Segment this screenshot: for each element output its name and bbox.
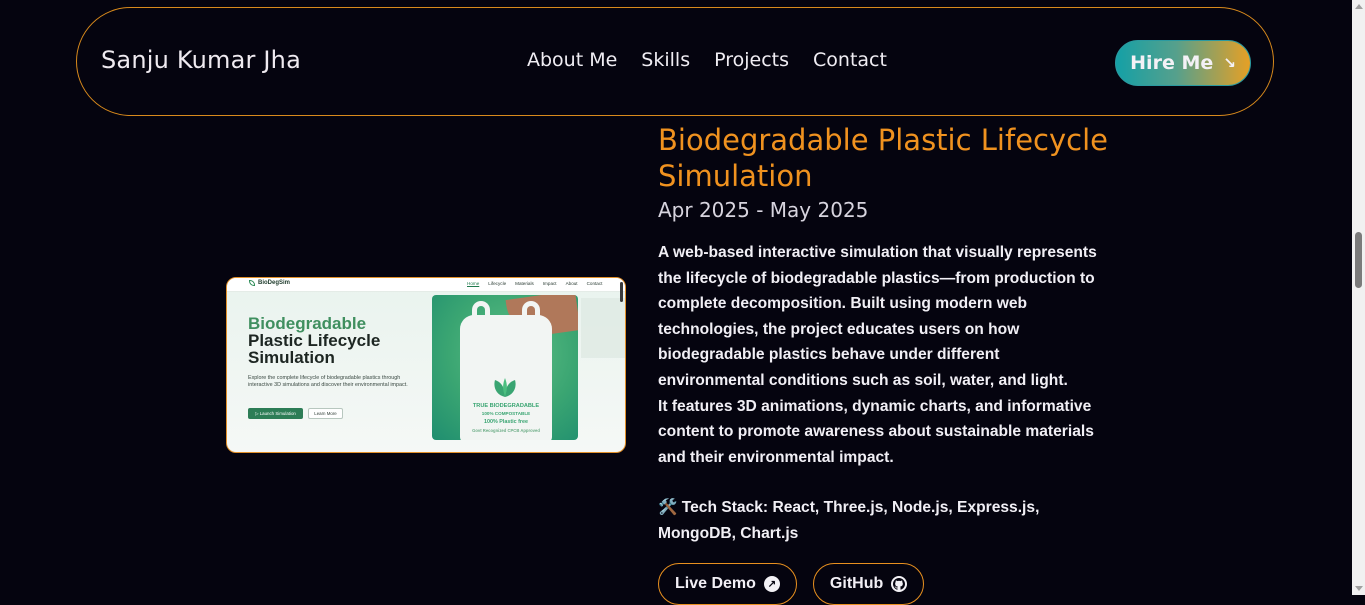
screenshot-launch-button: ▷ Launch Simulation [248, 408, 303, 419]
github-icon [891, 576, 908, 592]
leaf-emblem-svg [494, 378, 516, 397]
leaf-emblem-icon [490, 377, 520, 399]
screenshot-nav-materials: Materials [515, 281, 534, 286]
nav-link-about-me[interactable]: About Me [527, 49, 617, 71]
arrow-down-right-icon: ↘ [1223, 54, 1236, 72]
leaf-icon [249, 280, 255, 286]
screenshot-scrollbar [620, 282, 623, 302]
screenshot-heading: Biodegradable Plastic Lifecycle Simulati… [248, 315, 380, 366]
hire-me-label: Hire Me [1130, 52, 1214, 74]
github-icon-svg [893, 578, 906, 590]
nav-link-projects[interactable]: Projects [714, 49, 789, 71]
screenshot-nav-links: Home Lifecycle Materials Impact About Co… [467, 281, 602, 286]
live-demo-button[interactable]: Live Demo ↗ [658, 563, 797, 605]
nav-links: About Me Skills Projects Contact [527, 49, 887, 71]
scroll-down-arrow-icon[interactable] [1355, 586, 1363, 591]
nav-link-contact[interactable]: Contact [813, 49, 887, 71]
bag-text-1: TRUE BIODEGRADABLE [472, 403, 540, 409]
screenshot-description: Explore the complete lifecycle of biodeg… [248, 375, 408, 388]
hire-me-button[interactable]: Hire Me ↘ [1115, 40, 1251, 86]
navbar: Sanju Kumar Jha About Me Skills Projects… [76, 7, 1274, 116]
bag-handle-left [472, 301, 490, 325]
bag-handle-right [522, 301, 540, 325]
screenshot-heading-line2: Plastic Lifecycle [248, 331, 381, 350]
screenshot-nav-contact: Contact [586, 281, 603, 286]
github-button[interactable]: GitHub [812, 563, 925, 605]
bag-text-2: 100% COMPOSTABLE [481, 411, 531, 416]
scroll-thumb[interactable] [1355, 232, 1362, 288]
screenshot-navbar: BioDegSim Home Lifecycle Materials Impac… [227, 278, 625, 292]
screenshot-nav-home: Home [467, 281, 480, 286]
screenshot-nav-impact: Impact [542, 281, 557, 286]
screenshot-logo: BioDegSim [249, 280, 290, 286]
project-description-paragraph-2: It features 3D animations, dynamic chart… [658, 397, 1094, 466]
screenshot-logo-text: BioDegSim [258, 280, 291, 286]
screenshot-bag-photo: TRUE BIODEGRADABLE 100% COMPOSTABLE 100%… [432, 295, 578, 440]
project-description: A web-based interactive simulation that … [658, 240, 1108, 470]
screenshot-heading-line1: Biodegradable [248, 314, 367, 333]
screenshot-heading-line3: Simulation [248, 348, 335, 367]
screenshot-learn-more-button: Learn More [308, 408, 343, 419]
screenshot-nav-lifecycle: Lifecycle [488, 281, 507, 286]
github-label: GitHub [829, 575, 884, 592]
project-title: Biodegradable Plastic Lifecycle Simulati… [658, 123, 1108, 193]
screenshot-nav-about: About [565, 281, 578, 286]
project-links: Live Demo ↗ GitHub [658, 563, 925, 605]
brand-name[interactable]: Sanju Kumar Jha [101, 46, 301, 74]
page-scrollbar[interactable] [1352, 0, 1365, 595]
live-demo-label: Live Demo [675, 575, 756, 592]
bag-text-3: 100% Plastic free [483, 419, 529, 425]
project-tech-stack: 🛠️ Tech Stack: React, Three.js, Node.js,… [658, 499, 1040, 542]
scroll-up-arrow-icon[interactable] [1355, 4, 1363, 9]
bag-text-4: Govt Recognized CPCB Approved [472, 428, 540, 433]
project-description-paragraph-1: A web-based interactive simulation that … [658, 244, 1097, 389]
nav-link-skills[interactable]: Skills [641, 49, 690, 71]
project-date: Apr 2025 - May 2025 [658, 198, 869, 222]
external-link-icon: ↗ [763, 576, 780, 592]
project-screenshot: BioDegSim Home Lifecycle Materials Impac… [226, 277, 626, 453]
screenshot-side-card [581, 298, 625, 358]
bag-shape: TRUE BIODEGRADABLE 100% COMPOSTABLE 100%… [460, 301, 552, 440]
